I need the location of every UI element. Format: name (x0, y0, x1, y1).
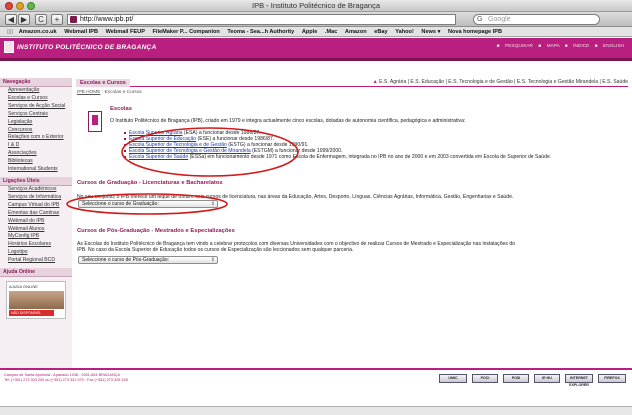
posgraduacao-select-value: Seleccione o curso de Pós-Graduação: (82, 257, 169, 263)
section-header: Escolas e Cursos ▲ E.S. Agrária | E.S. E… (76, 78, 628, 87)
school-list: Escola Superior Agrária (ESA) a funciona… (124, 130, 609, 161)
sidebar-link-academicos[interactable]: Serviços Académicos (0, 186, 72, 194)
bookmark-item[interactable]: Webmail IPB (64, 27, 98, 36)
school-links: ▲ E.S. Agrária | E.S. Educação | E.S. Te… (373, 79, 628, 85)
sidebar-item-id[interactable]: I & D (0, 142, 72, 150)
sidebar-item-international[interactable]: International Students (0, 166, 72, 174)
posgraduacao-text-2: IPB. No caso da Escola Superior de Educa… (77, 247, 354, 253)
online-help-photo (9, 291, 64, 310)
sidebar-link-webmail[interactable]: Webmail do IPB (0, 218, 72, 226)
section-title: Escolas e Cursos (76, 79, 130, 87)
graduacao-heading: Cursos de Graduação - Licenciaturas e Ba… (77, 180, 223, 186)
online-help-status: NÃO DISPONÍVEL (9, 310, 54, 317)
sidebar-link-horarios[interactable]: Horários Escolares (0, 241, 72, 249)
reload-button[interactable]: C (35, 14, 47, 25)
sidebar-item-concursos[interactable]: Concursos (0, 127, 72, 135)
bookmark-item[interactable]: Nova homepage IPB (448, 27, 502, 36)
back-button[interactable]: ◀ (5, 14, 17, 25)
ipb-logo-icon[interactable] (4, 41, 14, 53)
search-input[interactable]: G Google (473, 14, 600, 25)
header-links[interactable]: ■ PESQUISAR ■ MAPA ■ ÍNDICE ■ ENGLISH (497, 44, 624, 49)
sidebar-links-title: Ligações Úteis (0, 176, 72, 186)
posgraduacao-heading: Cursos de Pós-Graduação - Mestrados e Es… (77, 228, 235, 234)
footer-address-line-2: Tel. (+351) 273 303 200 ou (+351) 273 33… (4, 378, 128, 382)
sidebar-link-campus-virtual[interactable]: Campus Virtual do IPB (0, 202, 72, 210)
bookmark-item[interactable]: News ▾ (421, 27, 440, 36)
list-item: Escola Superior de Saúde (ESSa) em funci… (124, 154, 609, 161)
up-arrow-icon: ▲ (372, 79, 378, 85)
site-header: INSTITUTO POLITÉCNICO DE BRAGANÇA ■ PESQ… (0, 38, 632, 58)
select-arrows-icon: ⇕ (210, 257, 215, 263)
sidebar-item-relacoes[interactable]: Relações com o Exterior (0, 134, 72, 142)
ie-badge[interactable]: INTERNET EXPLORER (565, 374, 593, 387)
graduacao-course-select[interactable]: Seleccione o curso de Graduação: ⇕ (78, 200, 218, 208)
bookmark-item[interactable]: Yahoo! (395, 27, 414, 36)
umic-badge[interactable]: UMIC (439, 374, 467, 383)
breadcrumb-current: : Escolas e Cursos (101, 90, 142, 95)
sidebar-item-associacoes[interactable]: Associações (0, 150, 72, 158)
sidebar-link-portal-bcd[interactable]: Portal Regional BCD (0, 257, 72, 265)
online-help-label: AJUDA ONLINE (9, 284, 38, 290)
sidebar-item-servicos-centrais[interactable]: Serviços Centrais (0, 111, 72, 119)
search-engine-icon: G (477, 16, 483, 23)
site-logo-text[interactable]: INSTITUTO POLITÉCNICO DE BRAGANÇA (17, 44, 156, 51)
school-links-text[interactable]: E.S. Agrária | E.S. Educação | E.S. Tecn… (379, 79, 628, 85)
bookmark-item[interactable]: Apple (302, 27, 318, 36)
sidebar-nav-title: Navegação (0, 78, 72, 87)
sidebar-link-logotipo[interactable]: Logotipo (0, 249, 72, 257)
sidebar-item-escolas[interactable]: Escolas e Cursos (0, 95, 72, 103)
bookmark-item[interactable]: FileMaker P... Companion (153, 27, 220, 36)
bookmark-item[interactable]: Webmail FEUP (106, 27, 145, 36)
sidebar-item-legislacao[interactable]: Legislação (0, 119, 72, 127)
footer: Campus de Santa Apolónia - Apartado 1038… (0, 370, 632, 390)
posi-badge[interactable]: POSI (503, 374, 529, 383)
sidebar-item-apresentacao[interactable]: Apresentação (0, 87, 72, 95)
bookmark-item[interactable]: Amazon.co.uk (19, 27, 57, 36)
header-divider (0, 58, 632, 61)
footer-address: Campus de Santa Apolónia - Apartado 1038… (4, 373, 128, 383)
sidebar-link-ementas[interactable]: Ementas das Cantinas (0, 210, 72, 218)
sidebar-link-webmail-alunos[interactable]: Webmail Alunos (0, 226, 72, 234)
favicon-icon (70, 16, 77, 23)
bookmark-item[interactable]: Teoma - Sea...h Authority (227, 27, 294, 36)
browser-toolbar: ◀ ▶ C + http://www.ipb.pt/ G Google (0, 12, 632, 27)
school-link[interactable]: Escola Superior de Saúde (129, 154, 188, 160)
ipb-crest-icon (88, 111, 102, 132)
iehu-badge[interactable]: IE·HU (534, 374, 560, 383)
bookmark-item[interactable]: Amazon (345, 27, 367, 36)
sidebar: Navegação Apresentação Escolas e Cursos … (0, 78, 72, 368)
firefox-badge[interactable]: FIREFOX (598, 374, 626, 383)
forward-button[interactable]: ▶ (18, 14, 30, 25)
add-bookmark-button[interactable]: + (51, 14, 63, 25)
search-placeholder: Google (488, 16, 511, 23)
online-help-banner[interactable]: AJUDA ONLINE NÃO DISPONÍVEL (6, 281, 66, 320)
school-info: (ESSa) em funcionamento desde 1971 como … (188, 154, 552, 161)
select-arrows-icon: ⇕ (210, 201, 215, 207)
escolas-intro: O Instituto Politécnico de Bragança (IPB… (110, 118, 466, 124)
window-titlebar: IPB - Instituto Politécnico de Bragança (0, 0, 632, 12)
breadcrumb-home-link[interactable]: IPB HOME (77, 90, 100, 95)
escolas-heading: Escolas (110, 106, 132, 112)
sidebar-link-informatica[interactable]: Serviços de Informática (0, 194, 72, 202)
browser-status-bar (0, 406, 632, 415)
address-bar-url: http://www.ipb.pt/ (80, 16, 134, 23)
bookmarks-bar: ▯▯ Amazon.co.uk Webmail IPB Webmail FEUP… (0, 27, 632, 37)
book-icon[interactable]: ▯▯ (7, 27, 13, 36)
sidebar-item-accao-social[interactable]: Serviços de Acção Social (0, 103, 72, 111)
poci-badge[interactable]: POCI (472, 374, 498, 383)
window-title: IPB - Instituto Politécnico de Bragança (252, 1, 380, 10)
bookmark-item[interactable]: eBay (374, 27, 387, 36)
posgraduacao-course-select[interactable]: Seleccione o curso de Pós-Graduação: ⇕ (78, 256, 218, 264)
bookmark-item[interactable]: .Mac (325, 27, 337, 36)
breadcrumb: IPB HOME : Escolas e Cursos (77, 90, 142, 95)
sidebar-online-title: Ajuda Online (0, 268, 72, 278)
address-bar[interactable]: http://www.ipb.pt/ (67, 14, 456, 25)
graduacao-select-value: Seleccione o curso de Graduação: (82, 201, 159, 207)
sidebar-item-bibliotecas[interactable]: Bibliotecas (0, 158, 72, 166)
sidebar-link-myconfig[interactable]: MyConfig IPB (0, 233, 72, 241)
